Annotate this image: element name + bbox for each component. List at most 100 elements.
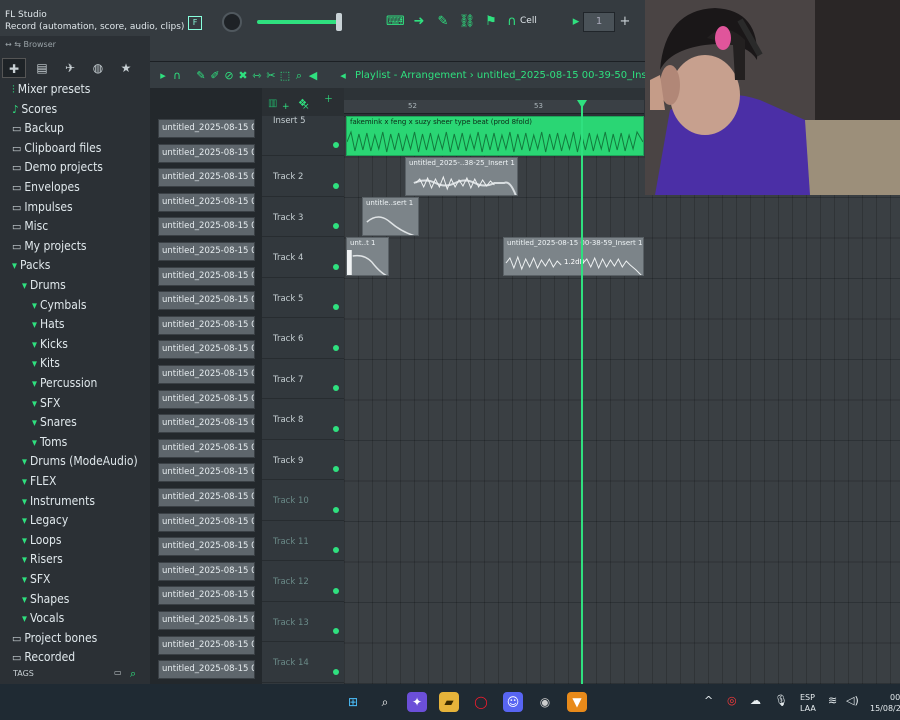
- browser-item[interactable]: ▾ Toms: [32, 435, 67, 454]
- track-active-led[interactable]: [333, 506, 339, 513]
- clip-source-item[interactable]: untitled_2025-08-15 00-...: [158, 586, 255, 606]
- remove-icon[interactable]: ×: [302, 102, 310, 112]
- track-header[interactable]: Track 9: [262, 440, 344, 480]
- arrows-icon[interactable]: ↔ ⇆: [5, 40, 24, 49]
- track-active-led[interactable]: [333, 142, 339, 148]
- clip-source-item[interactable]: untitled_2025-08-15 00-...: [158, 365, 255, 384]
- browser-item[interactable]: ▾ SFX: [22, 572, 50, 591]
- record-tray-icon[interactable]: ◎: [727, 694, 737, 707]
- clip-source-item[interactable]: untitled_2025-08-15 00-...: [158, 315, 255, 335]
- playlist-grid[interactable]: fakemink x feng x suzy sheer type beat (…: [344, 116, 900, 684]
- time-ruler[interactable]: 52 53: [344, 100, 644, 114]
- clip-source-item[interactable]: untitled_2025-08-15 00-...: [158, 463, 255, 483]
- cloud-icon[interactable]: ☁: [750, 694, 761, 707]
- obs-icon[interactable]: ◉: [535, 692, 555, 712]
- picker-icon[interactable]: ▥: [268, 98, 277, 109]
- browser-item[interactable]: ▾ Kicks: [32, 337, 68, 356]
- files-tab-icon[interactable]: ▤: [30, 58, 54, 78]
- start-icon[interactable]: ⊞: [343, 692, 363, 712]
- clip-beat[interactable]: fakemink x feng x suzy sheer type beat (…: [346, 116, 644, 156]
- browser-item[interactable]: ⫶ Mixer presets: [12, 82, 90, 101]
- browser-item[interactable]: ▭ My projects: [12, 239, 87, 258]
- plugins-tab-icon[interactable]: ✈: [58, 58, 82, 78]
- add-pattern-icon[interactable]: +: [616, 13, 634, 31]
- track-header[interactable]: Track 4: [262, 238, 344, 278]
- clip-source-item[interactable]: untitled_2025-08-15 00-...: [158, 389, 255, 409]
- browser-item[interactable]: ▾ FLEX: [22, 474, 56, 493]
- all-tab-icon[interactable]: ✚: [2, 58, 26, 78]
- wifi-icon[interactable]: ≋: [828, 694, 837, 707]
- track-active-led[interactable]: [333, 587, 339, 594]
- browser-item[interactable]: ▾ Kits: [32, 356, 60, 375]
- speaker-icon[interactable]: ◀: [306, 69, 320, 83]
- draw-icon[interactable]: ✎: [194, 69, 208, 83]
- clock-time[interactable]: 00: [890, 693, 900, 702]
- track-header[interactable]: Track 3: [262, 197, 344, 237]
- clip-track2[interactable]: untitled_2025-..38-25_Insert 1: [405, 157, 518, 196]
- clip-source-item[interactable]: untitled_2025-08-15 00-...: [158, 537, 255, 557]
- delete-icon[interactable]: ⊘: [222, 69, 236, 83]
- microphone-icon[interactable]: 🎙: [774, 694, 788, 707]
- snap-select[interactable]: Cell: [520, 16, 537, 26]
- track-active-led[interactable]: [333, 547, 339, 553]
- link-icon[interactable]: ⛓: [458, 13, 476, 31]
- track-active-led[interactable]: [333, 223, 339, 229]
- browser-item[interactable]: ▭ Clipboard files: [12, 141, 101, 160]
- clip-source-item[interactable]: untitled_2025-08-15 00-...: [158, 143, 255, 163]
- browser-item[interactable]: ▭ Misc: [12, 219, 48, 238]
- magnet-icon[interactable]: ∩: [503, 13, 521, 31]
- track-header[interactable]: Track 11: [262, 521, 344, 561]
- clip-source-item[interactable]: untitled_2025-08-15 00-...: [158, 168, 255, 188]
- browser-item[interactable]: ▾ Snares: [32, 415, 77, 434]
- file-explorer-icon[interactable]: ▰: [439, 692, 459, 712]
- time-ruler-top[interactable]: [344, 88, 644, 100]
- track-header[interactable]: Track 14: [262, 643, 344, 683]
- online-tab-icon[interactable]: ◍: [86, 58, 110, 78]
- clip-source-item[interactable]: untitled_2025-08-15 00-...: [158, 414, 255, 434]
- language-code[interactable]: ESP: [800, 693, 815, 702]
- clip-source-item[interactable]: untitled_2025-08-15 00-...: [158, 635, 255, 655]
- clip-source-item[interactable]: untitled_2025-08-15 00-...: [158, 242, 255, 261]
- copilot-icon[interactable]: ✦: [407, 692, 427, 712]
- track-active-led[interactable]: [333, 466, 339, 472]
- chevron-up-icon[interactable]: ^: [704, 694, 713, 707]
- add-track-icon[interactable]: ＋: [324, 92, 333, 105]
- track-header[interactable]: Track 6: [262, 319, 344, 359]
- slip-icon[interactable]: ⇿: [250, 69, 264, 83]
- search-icon[interactable]: ⌕: [130, 667, 136, 681]
- track-active-led[interactable]: [333, 425, 339, 432]
- browser-item[interactable]: ▾ Legacy: [22, 513, 68, 532]
- keyboard-layout[interactable]: LAA: [800, 704, 816, 713]
- clip-source-item[interactable]: untitled_2025-08-15 00-...: [158, 611, 255, 630]
- clip-track4a[interactable]: unt..t 1: [346, 237, 389, 276]
- clip-track4b[interactable]: untitled_2025-08-15 00-38-59_Insert 1 1.…: [503, 237, 644, 276]
- slider-thumb[interactable]: [336, 13, 342, 31]
- browser-item[interactable]: ▭ Demo projects: [12, 160, 103, 179]
- clip-source-item[interactable]: untitled_2025-08-15 00-...: [158, 438, 255, 458]
- typing-keyboard-icon[interactable]: ⌨: [386, 13, 405, 31]
- clip-source-item[interactable]: untitled_2025-08-15 00-...: [158, 192, 255, 212]
- track-active-led[interactable]: [333, 304, 339, 310]
- track-header[interactable]: Insert 5: [262, 116, 344, 156]
- browser-item[interactable]: ▾ Drums (ModeAudio): [22, 454, 138, 473]
- fl-studio-icon[interactable]: ▼: [567, 692, 587, 712]
- clip-source-item[interactable]: untitled_2025-08-15 00-...: [158, 561, 255, 581]
- volume-icon[interactable]: ◁): [846, 694, 859, 707]
- clip-source-item[interactable]: untitled_2025-08-15 00-...: [158, 217, 255, 237]
- track-header[interactable]: Track 7: [262, 359, 344, 399]
- browser-item[interactable]: ▾ Shapes: [22, 592, 69, 611]
- clock-date[interactable]: 15/08/2: [870, 704, 900, 713]
- stamp-icon[interactable]: ⚑: [482, 13, 500, 31]
- search-icon[interactable]: ⌕: [375, 692, 395, 712]
- slice-icon[interactable]: ✂: [264, 69, 278, 83]
- track-active-led[interactable]: [333, 385, 339, 391]
- discord-icon[interactable]: ☺: [503, 692, 523, 712]
- brush-icon[interactable]: ✎: [434, 13, 452, 31]
- browser-item[interactable]: ▾ Risers: [22, 552, 63, 571]
- browser-item[interactable]: ▾ Cymbals: [32, 298, 87, 317]
- track-header[interactable]: Track 8: [262, 400, 344, 440]
- browser-item[interactable]: ▾ Packs: [12, 258, 50, 277]
- browser-item[interactable]: ▾ Drums: [22, 278, 66, 297]
- master-pitch-slider[interactable]: [257, 20, 342, 24]
- track-header[interactable]: Track 13: [262, 602, 344, 642]
